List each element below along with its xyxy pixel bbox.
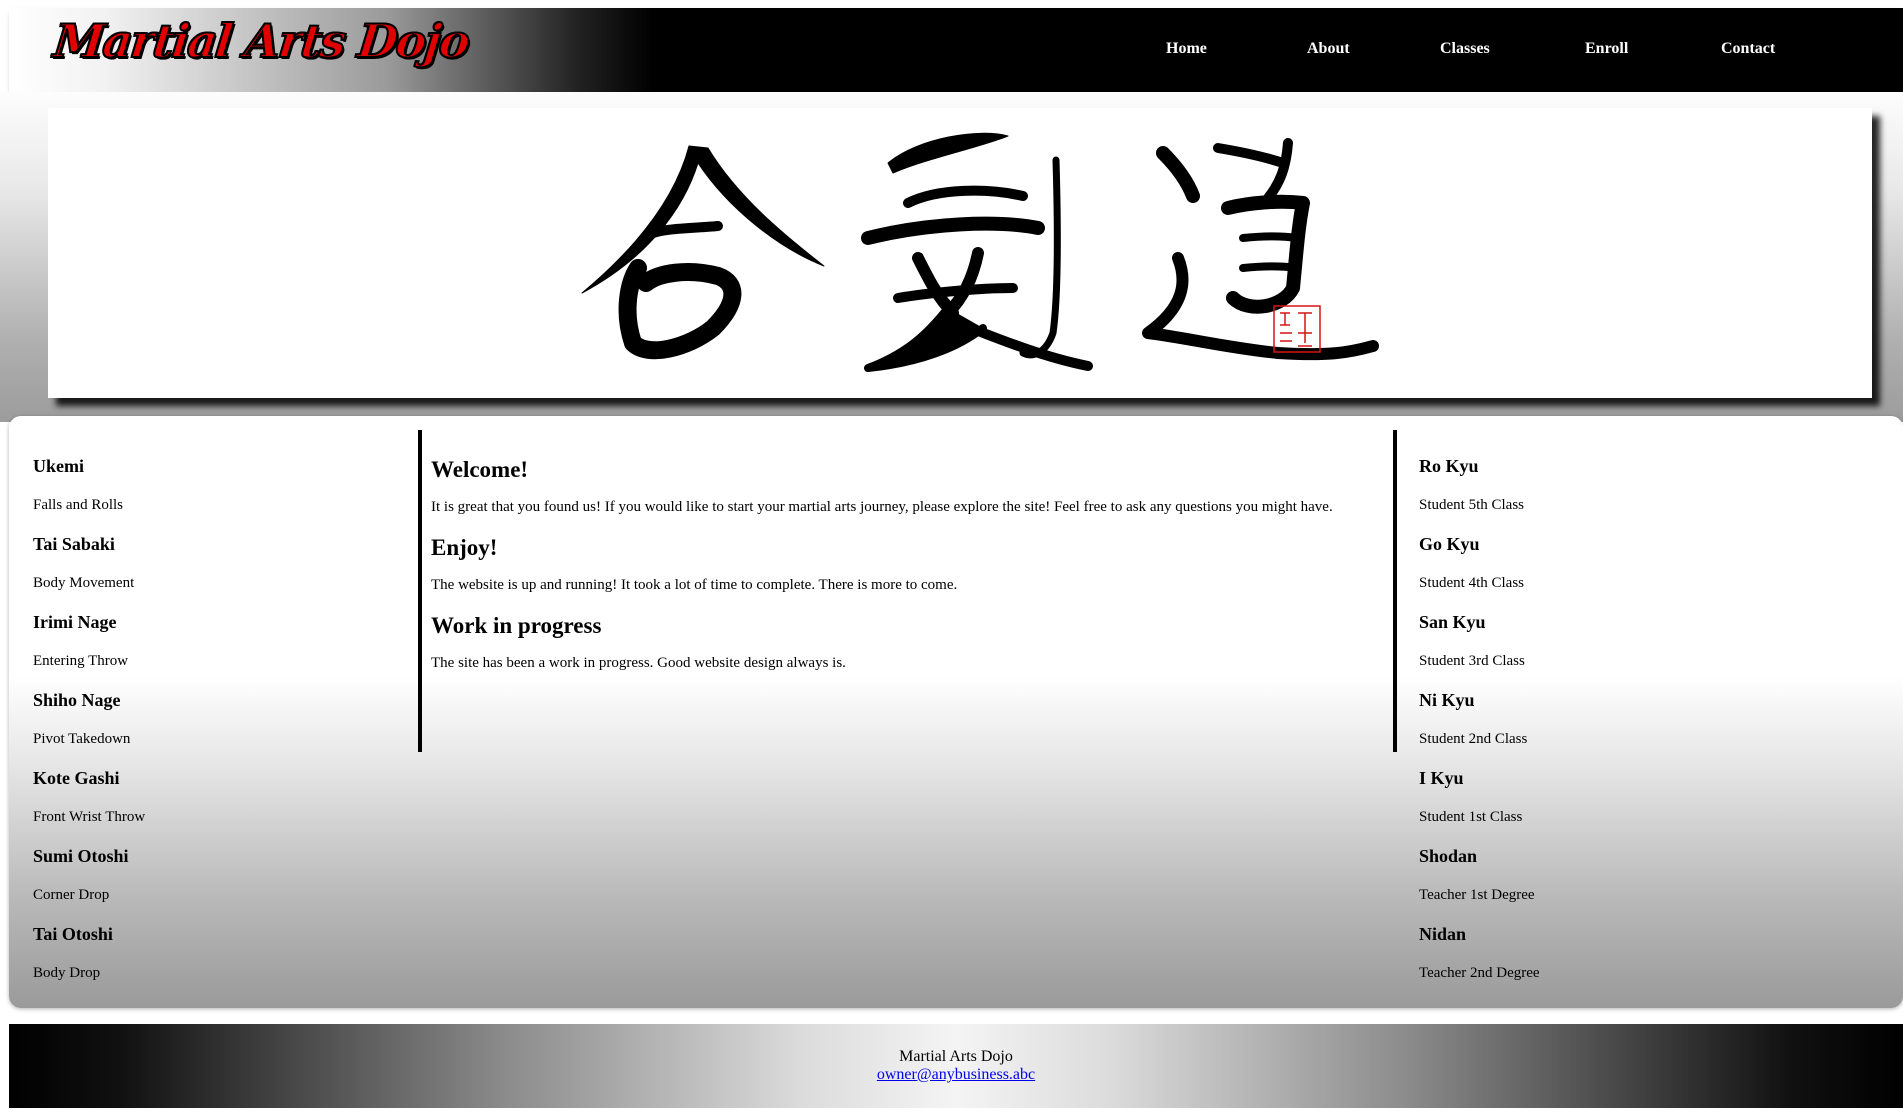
technique-desc: Entering Throw [33,653,129,669]
seal-stamp-icon [1273,305,1321,353]
rank-desc: Student 3rd Class [1419,653,1525,669]
rank-name: Nidan [1419,924,1467,944]
technique-name: Sumi Otoshi [33,846,129,866]
technique-desc: Pivot Takedown [33,731,131,747]
technique-desc: Front Wrist Throw [33,809,146,825]
rank-name: Shodan [1419,846,1478,866]
section-heading: Enjoy! [431,535,498,560]
site-header: Martial Arts Dojo Home About Classes Enr… [9,8,1903,92]
technique-name: Ukemi [33,456,84,476]
technique-name: Tai Otoshi [33,924,113,944]
rank-desc: Student 2nd Class [1419,731,1528,747]
rank-name: Go Kyu [1419,534,1480,554]
rank-name: Ro Kyu [1419,456,1479,476]
nav-classes[interactable]: Classes [1440,40,1490,58]
main-panel: Ukemi Falls and Rolls Tai Sabaki Body Mo… [9,416,1903,1008]
techniques-list: Ukemi Falls and Rolls Tai Sabaki Body Mo… [33,456,413,1002]
rank-name: Ni Kyu [1419,690,1475,710]
rank-name: I Kyu [1419,768,1464,788]
technique-name: Kote Gashi [33,768,120,788]
nav-home[interactable]: Home [1166,40,1207,58]
rank-desc: Student 4th Class [1419,575,1525,591]
aikido-calligraphy-image [581,132,1379,372]
technique-desc: Falls and Rolls [33,497,124,513]
technique-name: Tai Sabaki [33,534,115,554]
section-heading: Welcome! [431,457,529,482]
footer-business-name: Martial Arts Dojo [899,1048,1013,1065]
section-body: It is great that you found us! If you wo… [431,499,1333,515]
nav-contact[interactable]: Contact [1721,40,1775,58]
rank-desc: Student 5th Class [1419,497,1525,513]
ranks-list: Ro Kyu Student 5th Class Go Kyu Student … [1419,456,1799,1002]
rank-desc: Teacher 2nd Degree [1419,965,1540,981]
site-footer: Martial Arts Dojo owner@anybusiness.abc [9,1024,1903,1108]
technique-name: Irimi Nage [33,612,117,632]
right-divider [1393,430,1397,752]
rank-desc: Student 1st Class [1419,809,1523,825]
technique-desc: Corner Drop [33,887,110,903]
site-logo[interactable]: Martial Arts Dojo [50,13,472,69]
technique-name: Shiho Nage [33,690,121,710]
nav-about[interactable]: About [1307,40,1350,58]
section-body: The website is up and running! It took a… [431,577,958,593]
footer-email-link[interactable]: owner@anybusiness.abc [877,1066,1035,1083]
nav-enroll[interactable]: Enroll [1585,40,1628,58]
rank-name: San Kyu [1419,612,1486,632]
technique-desc: Body Movement [33,575,135,591]
hero-banner [48,108,1872,398]
section-heading: Work in progress [431,613,602,638]
rank-desc: Teacher 1st Degree [1419,887,1535,903]
technique-desc: Body Drop [33,965,101,981]
left-divider [418,430,422,752]
section-body: The site has been a work in progress. Go… [431,655,846,671]
main-content: Welcome! It is great that you found us! … [431,456,1371,690]
